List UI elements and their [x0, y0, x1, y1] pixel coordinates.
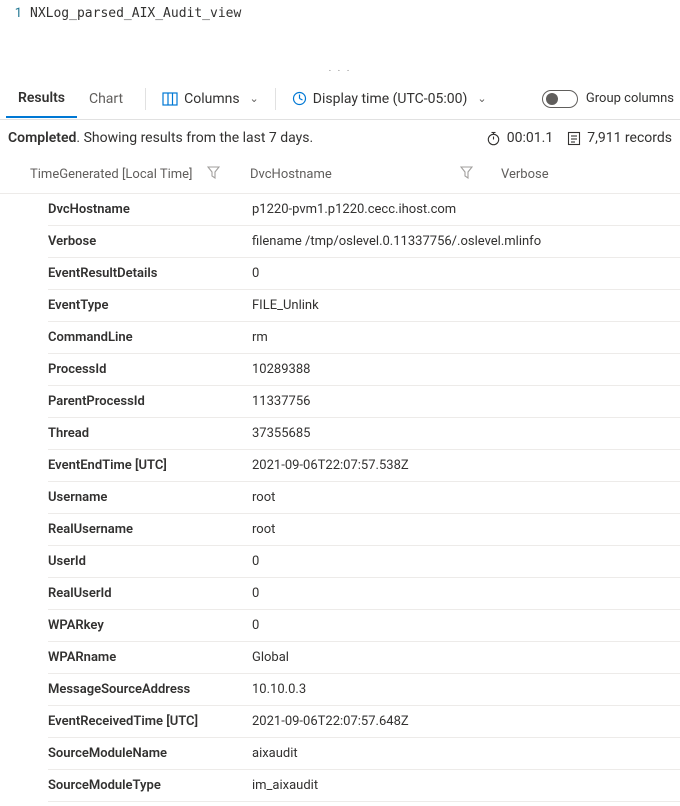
- detail-key: EventReceivedTime [UTC]: [48, 714, 252, 729]
- group-columns-toggle[interactable]: [542, 90, 578, 108]
- detail-key: SourceModuleName: [48, 746, 252, 761]
- detail-row[interactable]: SourceModuleNameaixaudit: [48, 738, 680, 770]
- detail-value: FILE_Unlink: [252, 298, 680, 313]
- group-columns-label: Group columns: [586, 91, 674, 106]
- status-completed: Completed: [8, 130, 76, 146]
- detail-key: EventResultDetails: [48, 266, 252, 281]
- filter-icon[interactable]: [207, 166, 220, 183]
- detail-value: 0: [252, 266, 680, 281]
- detail-key: RealUsername: [48, 522, 252, 537]
- detail-value: 0: [252, 586, 680, 601]
- detail-value: 10289388: [252, 362, 680, 377]
- column-verbose[interactable]: Verbose: [460, 166, 549, 183]
- detail-value: 2021-09-06T22:07:57.648Z: [252, 714, 680, 729]
- column-label: Verbose: [501, 167, 549, 182]
- elapsed-value: 00:01.1: [507, 130, 553, 146]
- detail-row[interactable]: EventReceivedTime [UTC]2021-09-06T22:07:…: [48, 706, 680, 738]
- detail-key: EventEndTime [UTC]: [48, 458, 252, 473]
- detail-key: Thread: [48, 426, 252, 441]
- detail-value: rm: [252, 330, 680, 345]
- detail-key: DvcHostname: [48, 202, 252, 217]
- resize-handle[interactable]: · · ·: [0, 68, 680, 78]
- record-details: DvcHostnamep1220-pvm1.p1220.cecc.ihost.c…: [0, 194, 680, 802]
- detail-key: ProcessId: [48, 362, 252, 377]
- status-text: Completed. Showing results from the last…: [8, 130, 472, 146]
- detail-value: root: [252, 522, 680, 537]
- chevron-down-icon: ⌄: [477, 92, 486, 105]
- detail-value: 11337756: [252, 394, 680, 409]
- detail-row[interactable]: Thread37355685: [48, 418, 680, 450]
- detail-row[interactable]: EventEndTime [UTC]2021-09-06T22:07:57.53…: [48, 450, 680, 482]
- detail-key: MessageSourceAddress: [48, 682, 252, 697]
- elapsed-time: 00:01.1: [486, 130, 553, 146]
- detail-value: im_aixaudit: [252, 778, 680, 793]
- detail-row[interactable]: EventResultDetails0: [48, 258, 680, 290]
- detail-key: Verbose: [48, 234, 252, 249]
- column-label: DvcHostname: [250, 167, 332, 182]
- results-toolbar: Results Chart Columns ⌄ Display time (UT…: [0, 78, 680, 120]
- detail-key: Username: [48, 490, 252, 505]
- detail-row[interactable]: UserId0: [48, 546, 680, 578]
- detail-key: UserId: [48, 554, 252, 569]
- detail-key: EventType: [48, 298, 252, 313]
- detail-key: WPARkey: [48, 618, 252, 633]
- column-label: TimeGenerated [Local Time]: [30, 167, 193, 182]
- detail-value: aixaudit: [252, 746, 680, 761]
- tab-chart[interactable]: Chart: [77, 81, 135, 117]
- detail-row[interactable]: Verbosefilename /tmp/oslevel.0.11337756/…: [48, 226, 680, 258]
- chevron-down-icon: ⌄: [250, 92, 259, 105]
- detail-row[interactable]: WPARnameGlobal: [48, 642, 680, 674]
- detail-key: WPARname: [48, 650, 252, 665]
- detail-key: SourceModuleType: [48, 778, 252, 793]
- column-header-row: TimeGenerated [Local Time] DvcHostname V…: [0, 156, 680, 194]
- detail-value: 0: [252, 618, 680, 633]
- detail-value: filename /tmp/oslevel.0.11337756/.osleve…: [252, 234, 680, 249]
- records-value: 7,911 records: [587, 130, 672, 146]
- detail-row[interactable]: RealUserId0: [48, 578, 680, 610]
- query-text[interactable]: NXLog_parsed_AIX_Audit_view: [22, 4, 241, 63]
- line-number: 1: [0, 4, 22, 63]
- status-bar: Completed. Showing results from the last…: [0, 120, 680, 156]
- detail-row[interactable]: DvcHostnamep1220-pvm1.p1220.cecc.ihost.c…: [48, 194, 680, 226]
- record-count: 7,911 records: [567, 130, 672, 146]
- records-icon: [567, 131, 581, 146]
- detail-value: 37355685: [252, 426, 680, 441]
- detail-row[interactable]: EventTypeFILE_Unlink: [48, 290, 680, 322]
- detail-row[interactable]: CommandLinerm: [48, 322, 680, 354]
- query-editor[interactable]: 1 NXLog_parsed_AIX_Audit_view: [0, 0, 680, 68]
- tab-results[interactable]: Results: [6, 80, 77, 118]
- detail-row[interactable]: ProcessId10289388: [48, 354, 680, 386]
- detail-key: RealUserId: [48, 586, 252, 601]
- detail-key: ParentProcessId: [48, 394, 252, 409]
- clock-icon: [292, 91, 307, 106]
- divider: [275, 88, 276, 110]
- detail-row[interactable]: Usernameroot: [48, 482, 680, 514]
- stopwatch-icon: [486, 131, 501, 146]
- columns-label: Columns: [184, 91, 239, 107]
- divider: [145, 88, 146, 110]
- display-time-label: Display time (UTC-05:00): [313, 91, 468, 107]
- column-timegenerated[interactable]: TimeGenerated [Local Time]: [30, 166, 250, 183]
- detail-row[interactable]: ParentProcessId11337756: [48, 386, 680, 418]
- detail-value: 10.10.0.3: [252, 682, 680, 697]
- columns-icon: [162, 92, 178, 106]
- filter-icon[interactable]: [460, 166, 473, 183]
- column-dvchostname[interactable]: DvcHostname: [250, 167, 460, 182]
- detail-value: root: [252, 490, 680, 505]
- detail-value: 2021-09-06T22:07:57.538Z: [252, 458, 680, 473]
- detail-value: 0: [252, 554, 680, 569]
- detail-value: Global: [252, 650, 680, 665]
- detail-row[interactable]: WPARkey0: [48, 610, 680, 642]
- detail-value: p1220-pvm1.p1220.cecc.ihost.com: [252, 202, 680, 217]
- detail-row[interactable]: SourceModuleTypeim_aixaudit: [48, 770, 680, 802]
- status-range: . Showing results from the last 7 days.: [76, 130, 313, 146]
- display-time-button[interactable]: Display time (UTC-05:00) ⌄: [286, 87, 493, 111]
- detail-key: CommandLine: [48, 330, 252, 345]
- columns-button[interactable]: Columns ⌄: [156, 87, 265, 111]
- detail-row[interactable]: MessageSourceAddress10.10.0.3: [48, 674, 680, 706]
- detail-row[interactable]: RealUsernameroot: [48, 514, 680, 546]
